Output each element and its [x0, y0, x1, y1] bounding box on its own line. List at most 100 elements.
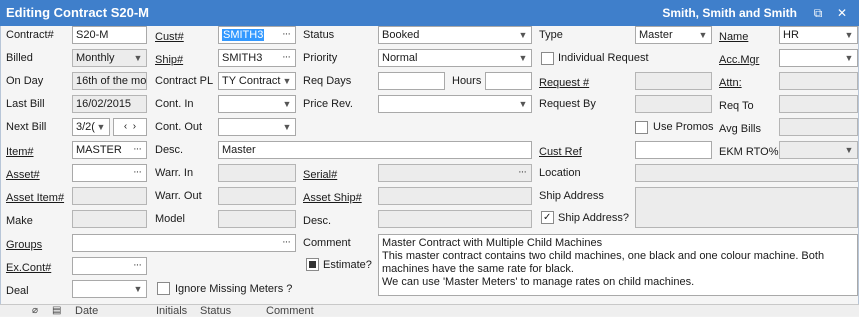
next-bill-date-picker[interactable]: 3/2( ▼ [72, 118, 110, 136]
item-number-field[interactable]: MASTER ··· [72, 141, 147, 159]
cont-out-dropdown[interactable]: ▼ [218, 118, 296, 136]
item-number-label[interactable]: Item# [6, 144, 34, 160]
warr-out-label: Warr. Out [155, 190, 202, 202]
cust-number-field[interactable]: SMITH3 ··· [218, 26, 296, 44]
ex-contract-label[interactable]: Ex.Cont# [6, 260, 51, 276]
name-label[interactable]: Name [719, 29, 748, 45]
ekm-rto-dropdown[interactable]: ▼ [779, 141, 858, 159]
column-header-date[interactable]: Date [75, 305, 98, 317]
asset-item-label[interactable]: Asset Item# [6, 190, 64, 206]
column-header-initials[interactable]: Initials [156, 305, 187, 317]
ellipsis-lookup-icon[interactable]: ··· [279, 50, 293, 66]
request-by-field[interactable] [635, 95, 712, 113]
name-dropdown[interactable]: HR ▼ [779, 26, 858, 44]
column-header-comment[interactable]: Comment [266, 305, 314, 317]
status-label: Status [303, 29, 335, 41]
ellipsis-lookup-icon[interactable]: ··· [279, 27, 293, 43]
note-icon[interactable]: ▤ [52, 305, 61, 317]
status-value: Booked [382, 29, 420, 41]
asset-desc-field[interactable] [378, 210, 532, 228]
priority-dropdown[interactable]: Normal ▼ [378, 49, 532, 67]
avg-bills-label: Avg Bills [719, 123, 761, 135]
ship-number-label[interactable]: Ship# [155, 52, 183, 68]
ellipsis-lookup-icon[interactable]: ··· [515, 165, 529, 181]
ship-address-field[interactable] [635, 187, 858, 228]
contract-pl-dropdown[interactable]: TY Contract ▼ [218, 72, 296, 90]
chevron-down-icon: ▼ [282, 76, 292, 86]
make-field[interactable] [72, 210, 147, 228]
asset-number-field[interactable]: ··· [72, 164, 147, 182]
contract-pl-value: TY Contract [222, 75, 281, 87]
individual-request-label: Individual Request [558, 52, 649, 64]
serial-number-field[interactable]: ··· [378, 164, 532, 182]
serial-number-label[interactable]: Serial# [303, 167, 337, 183]
request-number-field[interactable] [635, 72, 712, 90]
ship-number-value: SMITH3 [222, 52, 263, 64]
item-number-value: MASTER [76, 144, 122, 156]
chevron-down-icon: ▼ [844, 53, 854, 63]
chevron-down-icon: ▼ [133, 53, 143, 63]
column-header-status[interactable]: Status [200, 305, 231, 317]
status-dropdown[interactable]: Booked ▼ [378, 26, 532, 44]
close-window-icon[interactable]: ✕ [835, 6, 849, 20]
next-bill-stepper[interactable]: ‹ › [113, 118, 147, 136]
type-dropdown[interactable]: Master ▼ [635, 26, 712, 44]
cust-number-label[interactable]: Cust# [155, 29, 184, 45]
on-day-label: On Day [6, 75, 44, 87]
ellipsis-lookup-icon[interactable]: ··· [130, 258, 144, 274]
asset-item-field[interactable] [72, 187, 147, 205]
acc-mgr-label[interactable]: Acc.Mgr [719, 52, 759, 68]
ekm-rto-label: EKM RTO% [719, 146, 779, 158]
ex-contract-field[interactable]: ··· [72, 257, 147, 275]
next-period-icon[interactable]: › [133, 121, 136, 132]
estimate-checkbox[interactable] [306, 258, 319, 271]
chevron-down-icon: ▼ [518, 53, 528, 63]
cont-in-dropdown[interactable]: ▼ [218, 95, 296, 113]
model-label: Model [155, 213, 185, 225]
request-number-label[interactable]: Request # [539, 75, 589, 91]
warr-out-field[interactable] [218, 187, 296, 205]
acc-mgr-dropdown[interactable]: ▼ [779, 49, 858, 67]
restore-window-icon[interactable]: ⧉ [811, 6, 825, 20]
model-field[interactable] [218, 210, 296, 228]
window-titlebar: Editing Contract S20-M Smith, Smith and … [0, 0, 859, 26]
use-promos-checkbox[interactable] [635, 121, 648, 134]
location-field[interactable] [635, 164, 858, 182]
paperclip-icon[interactable]: ⌀ [32, 305, 38, 317]
ellipsis-lookup-icon[interactable]: ··· [130, 165, 144, 181]
avg-bills-field[interactable] [779, 118, 858, 136]
billed-dropdown[interactable]: Monthly ▼ [72, 49, 147, 67]
req-to-field[interactable] [779, 95, 858, 113]
warr-in-field[interactable] [218, 164, 296, 182]
ship-address-checkbox[interactable] [541, 211, 554, 224]
deal-dropdown[interactable]: ▼ [72, 280, 147, 298]
ignore-missing-meters-checkbox[interactable] [157, 282, 170, 295]
billed-value: Monthly [76, 52, 115, 64]
cust-ref-label[interactable]: Cust Ref [539, 144, 582, 160]
attn-field[interactable] [779, 72, 858, 90]
contract-number-field[interactable]: S20-M [72, 26, 147, 44]
prev-period-icon[interactable]: ‹ [124, 121, 127, 132]
estimate-label: Estimate? [323, 259, 372, 271]
ship-address-label: Ship Address [539, 190, 604, 202]
groups-label[interactable]: Groups [6, 237, 42, 253]
asset-ship-field[interactable] [378, 187, 532, 205]
individual-request-checkbox[interactable] [541, 52, 554, 65]
comment-textarea[interactable]: Master Contract with Multiple Child Mach… [378, 234, 858, 296]
ellipsis-lookup-icon[interactable]: ··· [279, 235, 293, 251]
asset-ship-label[interactable]: Asset Ship# [303, 190, 362, 206]
ship-address-q-label: Ship Address? [558, 212, 629, 224]
last-bill-field[interactable]: 16/02/2015 [72, 95, 147, 113]
asset-number-label[interactable]: Asset# [6, 167, 40, 183]
ellipsis-lookup-icon[interactable]: ··· [130, 142, 144, 158]
on-day-field[interactable]: 16th of the mon [72, 72, 147, 90]
asset-desc-label: Desc. [303, 215, 332, 227]
groups-field[interactable]: ··· [72, 234, 296, 252]
desc-field[interactable]: Master [218, 141, 532, 159]
ship-number-field[interactable]: SMITH3 ··· [218, 49, 296, 67]
attn-label[interactable]: Attn: [719, 75, 742, 91]
hours-field[interactable] [485, 72, 532, 90]
price-rev-dropdown[interactable]: ▼ [378, 95, 532, 113]
cust-ref-field[interactable] [635, 141, 712, 159]
req-days-field[interactable] [378, 72, 445, 90]
